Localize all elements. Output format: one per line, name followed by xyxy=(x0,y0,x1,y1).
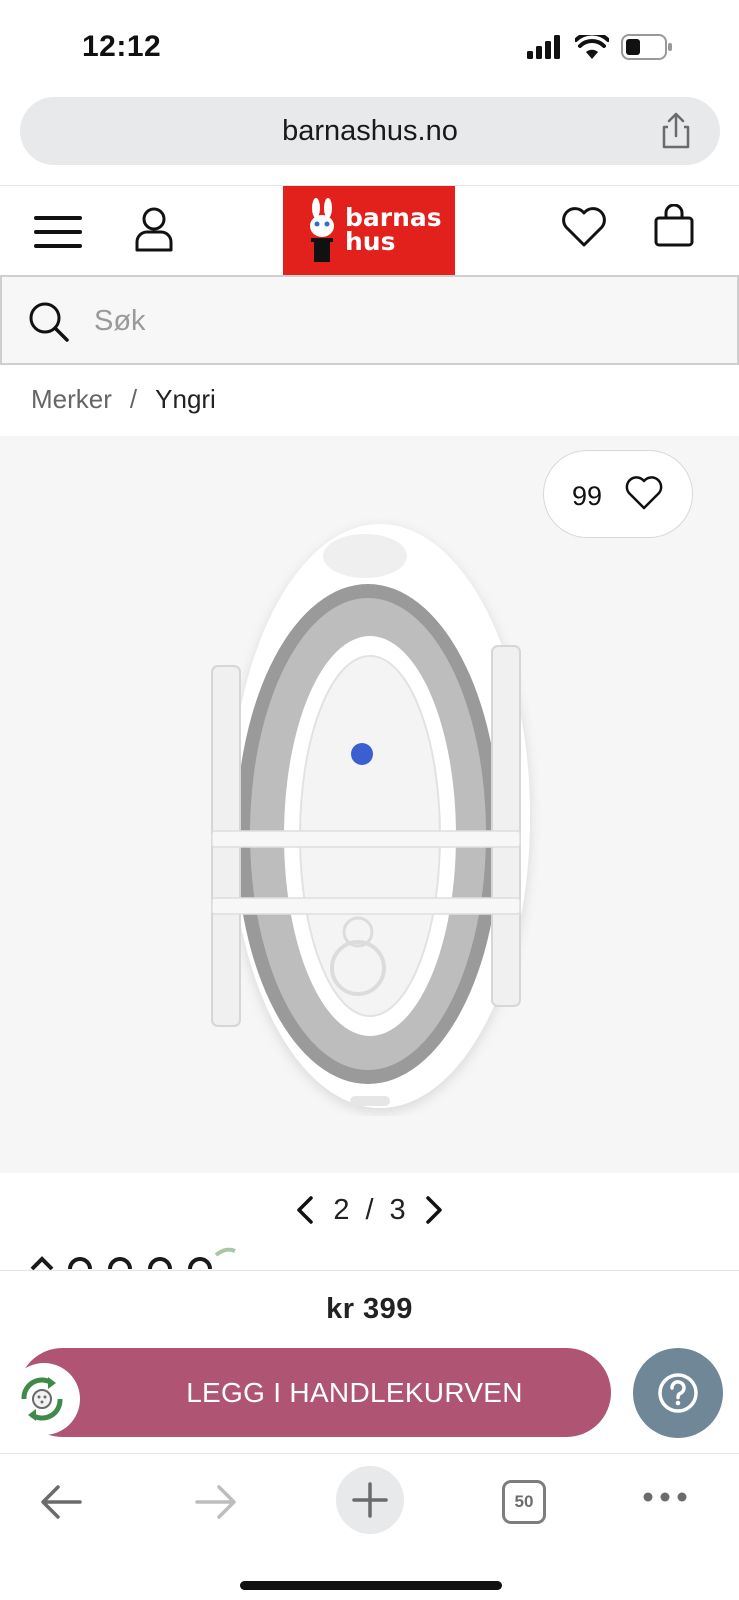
recycle-badge[interactable] xyxy=(8,1363,80,1435)
breadcrumb-item-yngri[interactable]: Yngri xyxy=(155,384,216,415)
shopping-bag-icon[interactable] xyxy=(653,204,695,248)
breadcrumb-item-merker[interactable]: Merker xyxy=(31,384,112,415)
address-bar[interactable]: barnashus.no xyxy=(20,97,720,165)
product-price: kr 399 xyxy=(326,1293,413,1325)
status-icons xyxy=(527,34,673,60)
forward-arrow-icon[interactable] xyxy=(193,1482,239,1522)
product-image-baby-bath[interactable] xyxy=(200,516,560,1116)
question-icon xyxy=(658,1373,698,1413)
account-icon[interactable] xyxy=(134,206,174,252)
add-to-cart-button[interactable]: LEGG I HANDLEKURVEN xyxy=(18,1348,611,1437)
status-time: 12:12 xyxy=(82,30,162,63)
wishlist-count-button[interactable]: 99 xyxy=(543,450,693,538)
pager-current: 2 xyxy=(333,1193,350,1226)
brand-logo-partial xyxy=(30,1247,236,1271)
pager-separator: / xyxy=(365,1193,374,1226)
logo-text: barnas hus xyxy=(345,205,442,256)
recycle-icon xyxy=(21,1377,63,1421)
tabs-button[interactable]: 50 xyxy=(502,1480,546,1524)
more-options-icon[interactable] xyxy=(642,1490,688,1504)
buy-panel: kr 399 LEGG I HANDLEKURVEN xyxy=(0,1270,739,1453)
chevron-right-icon[interactable] xyxy=(422,1194,446,1226)
share-icon[interactable] xyxy=(656,111,696,151)
help-button[interactable] xyxy=(633,1348,723,1438)
site-header: barnas hus xyxy=(0,185,739,275)
rabbit-logo-icon xyxy=(310,198,334,262)
image-pager: 2 / 3 xyxy=(0,1190,739,1230)
browser-toolbar: 50 xyxy=(0,1453,739,1600)
home-indicator[interactable] xyxy=(240,1581,502,1590)
search-icon xyxy=(29,302,69,342)
breadcrumb: Merker / Yngri xyxy=(31,384,216,415)
site-logo[interactable]: barnas hus xyxy=(283,186,455,275)
menu-icon[interactable] xyxy=(34,212,82,252)
plus-icon xyxy=(352,1482,388,1518)
pager-total: 3 xyxy=(389,1193,406,1226)
logo-text-line2: hus xyxy=(345,227,396,256)
wishlist-icon[interactable] xyxy=(561,206,607,248)
search-bar[interactable] xyxy=(0,275,739,365)
new-tab-button[interactable] xyxy=(336,1466,404,1534)
wishlist-count: 99 xyxy=(572,481,603,511)
back-arrow-icon[interactable] xyxy=(38,1482,84,1522)
signal-icon xyxy=(527,35,560,59)
status-bar: 12:12 xyxy=(0,0,739,96)
heart-icon xyxy=(625,476,663,510)
breadcrumb-separator: / xyxy=(129,384,138,414)
chevron-left-icon[interactable] xyxy=(293,1194,317,1226)
battery-icon xyxy=(621,34,672,60)
product-gallery[interactable]: 99 xyxy=(0,436,739,1173)
search-input[interactable] xyxy=(94,301,654,341)
wifi-icon xyxy=(575,35,609,59)
url-text[interactable]: barnashus.no xyxy=(20,115,720,148)
